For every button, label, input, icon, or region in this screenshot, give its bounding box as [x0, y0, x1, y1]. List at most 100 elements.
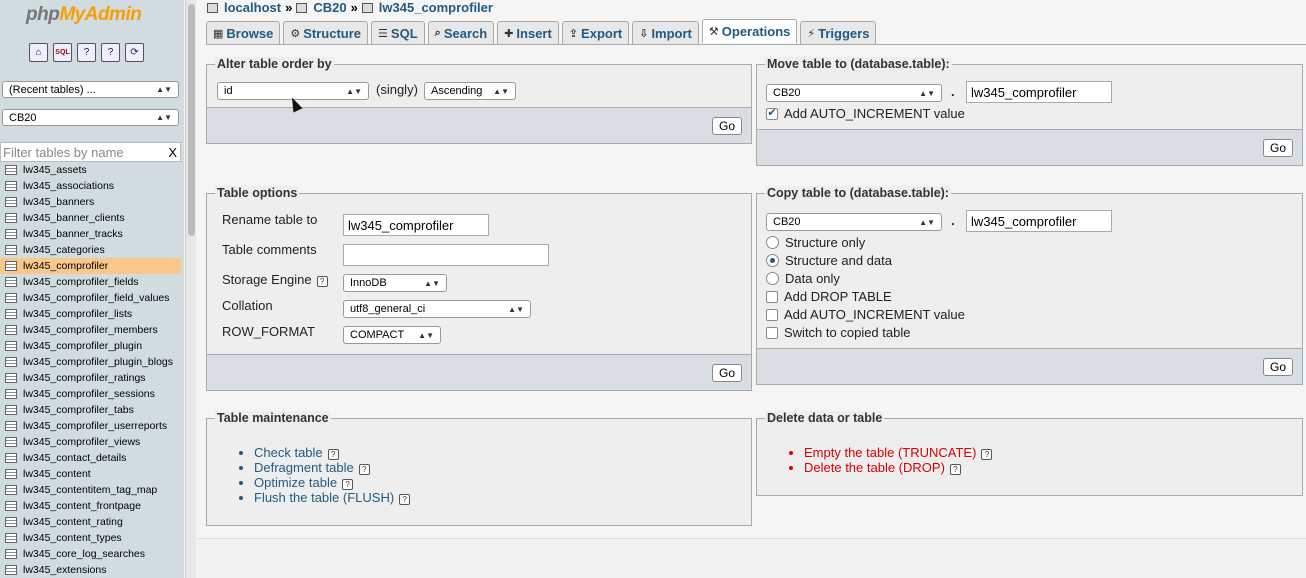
- table-name[interactable]: lw345_banner_clients: [23, 212, 125, 224]
- collation-select[interactable]: utf8_general_ci ▲▼: [343, 300, 531, 318]
- add-drop-table-option[interactable]: Add DROP TABLE: [766, 289, 892, 304]
- delete-link[interactable]: Empty the table (TRUNCATE): [804, 445, 976, 460]
- table-list-item[interactable]: lw345_banner_clients: [0, 210, 181, 226]
- tab-import[interactable]: ⇩ Import: [632, 21, 699, 44]
- switch-to-copied-checkbox[interactable]: [766, 326, 778, 339]
- table-name[interactable]: lw345_comprofiler_ratings: [23, 372, 146, 384]
- table-name[interactable]: lw345_contact_details: [23, 452, 126, 464]
- move-auto-increment-option[interactable]: ✔ Add AUTO_INCREMENT value: [766, 106, 965, 121]
- table-name[interactable]: lw345_banners: [23, 196, 94, 208]
- table-name[interactable]: lw345_banner_tracks: [23, 228, 123, 240]
- table-list-item[interactable]: lw345_core_log_searches: [0, 546, 181, 562]
- table-icon[interactable]: [5, 565, 17, 575]
- table-list-item[interactable]: lw345_comprofiler_ratings: [0, 370, 181, 386]
- table-name[interactable]: lw345_content_rating: [23, 516, 123, 528]
- tab-operations[interactable]: ⚒ Operations: [701, 19, 798, 43]
- table-name[interactable]: lw345_comprofiler_members: [23, 324, 158, 336]
- copy-table-go-button[interactable]: Go: [1262, 358, 1293, 376]
- tab-sql[interactable]: ☰ SQL: [371, 21, 425, 44]
- table-name[interactable]: lw345_comprofiler_plugin: [23, 340, 142, 352]
- clear-filter-button[interactable]: X: [168, 145, 177, 160]
- table-list-item[interactable]: lw345_comprofiler_plugin_blogs: [0, 354, 181, 370]
- table-name[interactable]: lw345_comprofiler_field_values: [23, 292, 170, 304]
- sql-query-icon[interactable]: SQL: [53, 43, 72, 62]
- move-table-go-button[interactable]: Go: [1262, 139, 1293, 157]
- table-list-item[interactable]: lw345_comprofiler_plugin: [0, 338, 181, 354]
- table-name[interactable]: lw345_associations: [23, 180, 114, 192]
- table-list-item[interactable]: lw345_extensions: [0, 562, 181, 578]
- help-icon[interactable]: ?: [981, 449, 993, 460]
- tab-search[interactable]: ⌕ Search: [427, 21, 495, 44]
- table-icon[interactable]: [5, 357, 17, 367]
- help-icon[interactable]: ?: [342, 479, 354, 490]
- table-icon[interactable]: [5, 213, 17, 223]
- table-icon[interactable]: [5, 517, 17, 527]
- breadcrumb-database[interactable]: CB20: [313, 0, 346, 15]
- breadcrumb-server[interactable]: localhost: [224, 0, 281, 15]
- table-icon[interactable]: [5, 549, 17, 559]
- delete-link[interactable]: Delete the table (DROP): [804, 460, 945, 475]
- storage-engine-select[interactable]: InnoDB ▲▼: [343, 274, 447, 292]
- help-icon[interactable]: ?: [949, 464, 961, 475]
- table-name[interactable]: lw345_extensions: [23, 564, 106, 576]
- move-database-select[interactable]: CB20 ▲▼: [766, 84, 942, 102]
- table-list-item[interactable]: lw345_comprofiler_userreports: [0, 418, 181, 434]
- add-drop-table-checkbox[interactable]: [766, 290, 778, 303]
- move-auto-increment-checkbox[interactable]: ✔: [766, 107, 778, 120]
- table-name[interactable]: lw345_comprofiler_plugin_blogs: [23, 356, 173, 368]
- table-list-item[interactable]: lw345_categories: [0, 242, 181, 258]
- reload-icon[interactable]: ⟳: [125, 43, 144, 62]
- table-icon[interactable]: [5, 261, 17, 271]
- table-options-go-button[interactable]: Go: [711, 364, 742, 382]
- table-icon[interactable]: [5, 469, 17, 479]
- structure-and-data-option[interactable]: Structure and data: [766, 253, 892, 268]
- table-list-item[interactable]: lw345_comprofiler: [0, 258, 181, 274]
- row-format-select[interactable]: COMPACT ▲▼: [343, 326, 441, 344]
- tab-structure[interactable]: ⚙ Structure: [283, 21, 369, 44]
- table-name[interactable]: lw345_contentitem_tag_map: [23, 484, 157, 496]
- tab-export[interactable]: ⇪ Export: [561, 21, 630, 44]
- table-icon[interactable]: [5, 373, 17, 383]
- table-list-item[interactable]: lw345_content_rating: [0, 514, 181, 530]
- copy-auto-increment-option[interactable]: Add AUTO_INCREMENT value: [766, 307, 965, 322]
- help-icon[interactable]: ?: [101, 43, 120, 62]
- table-list-item[interactable]: lw345_comprofiler_views: [0, 434, 181, 450]
- table-icon[interactable]: [5, 229, 17, 239]
- structure-and-data-radio[interactable]: [766, 254, 779, 267]
- table-list-item[interactable]: lw345_comprofiler_sessions: [0, 386, 181, 402]
- help-icon[interactable]: ?: [316, 276, 328, 287]
- table-list-item[interactable]: lw345_associations: [0, 178, 181, 194]
- recent-tables-select[interactable]: (Recent tables) ... ▲▼: [2, 81, 179, 98]
- table-icon[interactable]: [5, 245, 17, 255]
- move-table-name-input[interactable]: lw345_comprofiler: [966, 81, 1112, 103]
- tab-triggers[interactable]: ⚡ Triggers: [800, 21, 877, 44]
- data-only-radio[interactable]: [766, 272, 779, 285]
- table-list-item[interactable]: lw345_content: [0, 466, 181, 482]
- table-icon[interactable]: [5, 485, 17, 495]
- table-comments-input[interactable]: [343, 244, 549, 266]
- tab-browse[interactable]: ▦ Browse: [206, 21, 281, 44]
- help-icon[interactable]: ?: [399, 494, 411, 505]
- table-name[interactable]: lw345_content_types: [23, 532, 122, 544]
- docs-icon[interactable]: ?: [77, 43, 96, 62]
- table-icon[interactable]: [5, 421, 17, 431]
- table-icon[interactable]: [5, 325, 17, 335]
- table-name[interactable]: lw345_assets: [23, 164, 87, 176]
- table-name[interactable]: lw345_comprofiler_views: [23, 436, 140, 448]
- filter-tables-input[interactable]: Filter tables by name X: [0, 142, 181, 162]
- table-icon[interactable]: [5, 165, 17, 175]
- table-list-item[interactable]: lw345_comprofiler_fields: [0, 274, 181, 290]
- table-list-item[interactable]: lw345_comprofiler_tabs: [0, 402, 181, 418]
- maintenance-link[interactable]: Flush the table (FLUSH): [254, 490, 394, 505]
- tab-insert[interactable]: ✚ Insert: [497, 21, 559, 44]
- data-only-option[interactable]: Data only: [766, 271, 840, 286]
- table-name[interactable]: lw345_comprofiler_userreports: [23, 420, 167, 432]
- copy-auto-increment-checkbox[interactable]: [766, 308, 778, 321]
- table-name[interactable]: lw345_content: [23, 468, 91, 480]
- breadcrumb-table[interactable]: lw345_comprofiler: [379, 0, 493, 15]
- table-list-item[interactable]: lw345_comprofiler_members: [0, 322, 181, 338]
- maintenance-link[interactable]: Optimize table: [254, 475, 337, 490]
- phpmyadmin-logo[interactable]: phpMyAdmin: [26, 4, 142, 26]
- rename-table-input[interactable]: lw345_comprofiler: [343, 214, 489, 236]
- table-icon[interactable]: [5, 309, 17, 319]
